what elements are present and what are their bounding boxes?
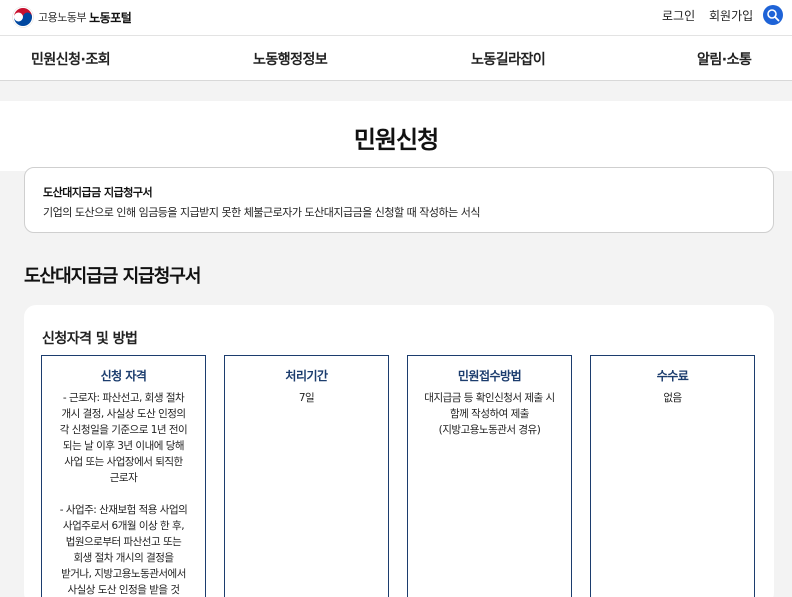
info-box-heading: 처리기간 <box>285 369 328 383</box>
info-box-body: 없음 <box>599 390 746 406</box>
portal-name: 노동포털 <box>89 10 132 25</box>
eligibility-worker-text: - 근로자: 파산선고, 회생 절차 개시 결정, 사실상 도산 인정의 각 신… <box>59 392 188 484</box>
ministry-name: 고용노동부 <box>38 11 87 24</box>
info-box-heading: 수수료 <box>656 369 689 383</box>
info-box-body: 7일 <box>233 390 380 406</box>
page-title: 민원신청 <box>353 126 439 154</box>
info-box-processing-period: 처리기간 7일 <box>224 355 389 597</box>
top-band <box>0 81 792 101</box>
join-link[interactable]: 회원가입 <box>709 7 753 24</box>
form-title: 도산대지급금 지급청구서 <box>24 266 201 287</box>
fee-text: 없음 <box>663 392 682 404</box>
nav-item-notice-communication[interactable]: 알림·소통 <box>697 49 752 69</box>
info-box-body: 대지급금 등 확인신청서 제출 시 함께 작성하여 제출 (지방고용노동관서 경… <box>416 390 563 438</box>
info-box-heading: 신청 자격 <box>100 369 147 383</box>
nav-item-civil-petition[interactable]: 민원신청·조회 <box>31 49 111 69</box>
eligibility-employer-text: - 사업주: 산재보험 적용 사업의 사업주로서 6개월 이상 한 후, 법원으… <box>59 504 188 596</box>
summary-description: 기업의 도산으로 인해 임금등을 지급받지 못한 체불근로자가 도산대지급금을 … <box>43 206 481 219</box>
summary-card: 도산대지급금 지급청구서 기업의 도산으로 인해 임금등을 지급받지 못한 체불… <box>24 167 774 233</box>
search-icon <box>767 9 780 22</box>
login-link[interactable]: 로그인 <box>662 7 695 24</box>
info-box-body: - 근로자: 파산선고, 회생 절차 개시 결정, 사실상 도산 인정의 각 신… <box>50 390 197 597</box>
summary-title: 도산대지급금 지급청구서 <box>43 186 153 199</box>
submission-method-text: 대지급금 등 확인신청서 제출 시 함께 작성하여 제출 (지방고용노동관서 경… <box>424 392 555 436</box>
nav-item-labor-guide[interactable]: 노동길라잡이 <box>471 49 546 69</box>
info-box-eligibility: 신청 자격 - 근로자: 파산선고, 회생 절차 개시 결정, 사실상 도산 인… <box>41 355 206 597</box>
processing-period-text: 7일 <box>298 392 315 404</box>
top-header: 고용노동부 노동포털 로그인 회원가입 <box>0 0 792 36</box>
info-box-heading: 민원접수방법 <box>457 369 522 383</box>
info-box-submission-method: 민원접수방법 대지급금 등 확인신청서 제출 시 함께 작성하여 제출 (지방고… <box>407 355 572 597</box>
search-button[interactable] <box>763 5 783 25</box>
site-logo[interactable]: 고용노동부 노동포털 <box>12 6 132 28</box>
info-box-fee: 수수료 없음 <box>590 355 755 597</box>
taegeuk-emblem-icon <box>12 6 34 28</box>
nav-item-labor-admin-info[interactable]: 노동행정정보 <box>253 49 328 69</box>
section-title: 신청자격 및 방법 <box>42 331 138 347</box>
main-nav: 민원신청·조회 노동행정정보 노동길라잡이 알림·소통 <box>0 36 792 81</box>
